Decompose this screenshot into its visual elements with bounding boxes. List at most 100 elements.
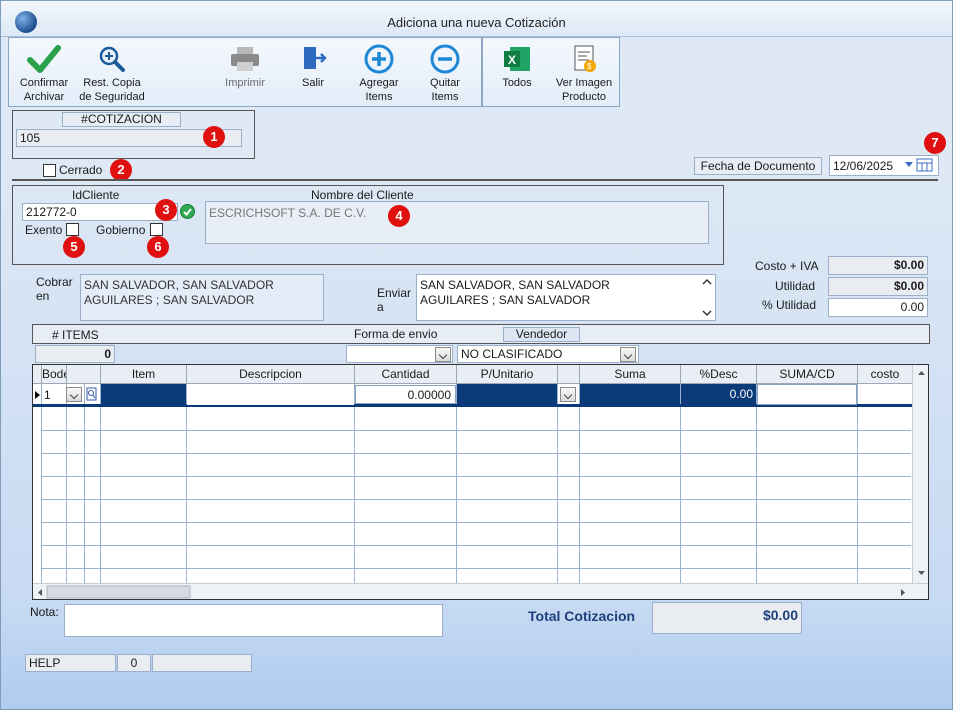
image-label-1: Ver Imagen — [555, 77, 613, 89]
col-header-suma-cd[interactable]: SUMA/CD — [757, 365, 858, 384]
total-quote-label: Total Cotizacion — [528, 608, 636, 624]
col-header-cantidad[interactable]: Cantidad — [355, 365, 457, 384]
minus-circle-icon — [430, 44, 460, 74]
add-label-1: Agregar — [359, 77, 399, 89]
quote-window: Adiciona una nueva Cotización Confirmar … — [0, 0, 953, 710]
cost-value: $0.00 — [828, 256, 928, 275]
cell-desc-pct[interactable]: 0.00 — [681, 384, 756, 405]
client-verified-icon — [180, 204, 195, 219]
grid-vline — [41, 384, 42, 584]
restore-label-2: de Seguridad — [79, 91, 145, 103]
excel-icon: X — [504, 47, 530, 71]
grid-hline — [41, 430, 911, 431]
profit-pct-label: % Utilidad — [762, 298, 817, 312]
title-bar: Adiciona una nueva Cotización — [1, 1, 952, 37]
export-excel-button[interactable]: X Todos — [491, 44, 543, 90]
remove-label-2: Items — [431, 91, 459, 103]
svg-text:$: $ — [587, 62, 592, 71]
bill-address-field[interactable]: SAN SALVADOR, SAN SALVADOR AGUILARES ; S… — [80, 274, 324, 321]
exempt-checkbox[interactable] — [66, 223, 79, 236]
grid-vline — [857, 384, 858, 584]
status-extra — [152, 654, 252, 672]
ship-to-label: Enviar a — [377, 286, 411, 314]
seller-select[interactable]: NO CLASIFICADO — [457, 345, 639, 363]
shipping-method-label: Forma de envio — [354, 327, 438, 341]
cell-suma-cd[interactable] — [757, 384, 857, 405]
total-quote-value: $0.00 — [652, 602, 802, 634]
col-header-costo[interactable]: costo — [858, 365, 913, 384]
exit-button[interactable]: Salir — [285, 44, 341, 90]
grid-vline — [84, 384, 85, 584]
cell-bodega[interactable]: 1 — [44, 388, 51, 402]
image-label-2: Producto — [561, 91, 607, 103]
document-date-label: Fecha de Documento — [694, 157, 822, 175]
grid-horizontal-scrollbar[interactable] — [33, 583, 928, 599]
add-items-button[interactable]: Agregar Items — [349, 44, 409, 104]
window-title: Adiciona una nueva Cotización — [387, 15, 566, 30]
marker-badge: 3 — [155, 199, 177, 221]
cell-suma[interactable] — [580, 384, 680, 405]
col-header-bodega[interactable]: Bodega — [42, 365, 67, 384]
confirm-label-1: Confirmar — [19, 77, 69, 89]
client-name-label: Nombre del Cliente — [311, 188, 414, 202]
print-button[interactable]: Imprimir — [215, 44, 275, 90]
add-label-2: Items — [365, 91, 393, 103]
item-search-icon[interactable] — [86, 387, 98, 402]
grid-vline — [456, 384, 457, 584]
client-name-field[interactable]: ESCRICHSOFT S.A. DE C.V. — [205, 201, 709, 244]
ship-to-label-2: a — [377, 300, 384, 314]
col-header-blank-2[interactable] — [558, 365, 580, 384]
grid-vline — [100, 384, 101, 584]
svg-text:X: X — [508, 53, 516, 67]
cell-cantidad[interactable]: 0.00000 — [355, 385, 456, 404]
view-product-image-button[interactable]: $ Ver Imagen Producto — [549, 44, 619, 104]
bill-to-label-2: en — [36, 289, 50, 303]
grid-vline — [354, 384, 355, 584]
profit-pct-value: 0.00 — [828, 298, 928, 317]
marker-badge: 6 — [147, 236, 169, 258]
ship-address-line-1: SAN SALVADOR, SAN SALVADOR — [420, 278, 610, 292]
shipping-dropdown-chevron-icon[interactable] — [435, 347, 451, 362]
items-count-label: # ITEMS — [52, 328, 99, 342]
restore-backup-button[interactable]: Rest. Copia de Seguridad — [75, 44, 149, 104]
marker-badge: 4 — [388, 205, 410, 227]
remove-items-button[interactable]: Quitar Items — [417, 44, 473, 104]
ship-address-field[interactable]: SAN SALVADOR, SAN SALVADOR AGUILARES ; S… — [416, 274, 716, 321]
bodega-dropdown-chevron-icon[interactable] — [66, 387, 82, 402]
col-header-descripcion[interactable]: Descripcion — [187, 365, 355, 384]
closed-checkbox[interactable] — [43, 164, 56, 177]
seller-label: Vendedor — [503, 327, 580, 342]
plus-circle-icon — [364, 44, 394, 74]
bill-address-line-1: SAN SALVADOR, SAN SALVADOR — [84, 278, 274, 292]
cell-p-unitario[interactable] — [457, 384, 557, 405]
grid-vline — [680, 384, 681, 584]
items-count-value: 0 — [35, 345, 115, 363]
col-header-blank-1[interactable] — [67, 365, 101, 384]
printer-icon — [231, 47, 259, 71]
active-row[interactable]: 1 0.00000 0.00 — [33, 384, 913, 407]
government-checkbox[interactable] — [150, 223, 163, 236]
confirm-archive-button[interactable]: Confirmar Archivar — [13, 44, 75, 104]
cost-label: Costo + IVA — [755, 259, 819, 273]
col-header-desc-pct[interactable]: %Desc — [681, 365, 757, 384]
seller-dropdown-chevron-icon[interactable] — [620, 347, 636, 362]
ship-address-scrollbar[interactable] — [699, 275, 715, 320]
excel-label: Todos — [502, 77, 532, 89]
note-label: Nota: — [30, 605, 59, 619]
items-grid[interactable]: Bodega Item Descripcion Cantidad P/Unita… — [32, 364, 929, 600]
price-dropdown-chevron-icon[interactable] — [560, 387, 576, 402]
invoice-icon: $ — [574, 45, 596, 72]
col-header-suma[interactable]: Suma — [580, 365, 681, 384]
marker-badge: 2 — [110, 159, 132, 181]
magnifier-icon — [99, 46, 125, 72]
date-picker-icon[interactable] — [904, 158, 934, 172]
bill-to-label-1: Cobrar — [36, 275, 73, 289]
profit-value: $0.00 — [828, 277, 928, 296]
col-header-item[interactable]: Item — [101, 365, 187, 384]
cell-descripcion[interactable] — [187, 384, 354, 405]
note-field[interactable] — [64, 604, 443, 637]
grid-vline — [579, 384, 580, 584]
cell-item[interactable] — [101, 384, 186, 405]
col-header-p-unitario[interactable]: P/Unitario — [457, 365, 558, 384]
grid-vertical-scrollbar[interactable] — [912, 365, 928, 583]
